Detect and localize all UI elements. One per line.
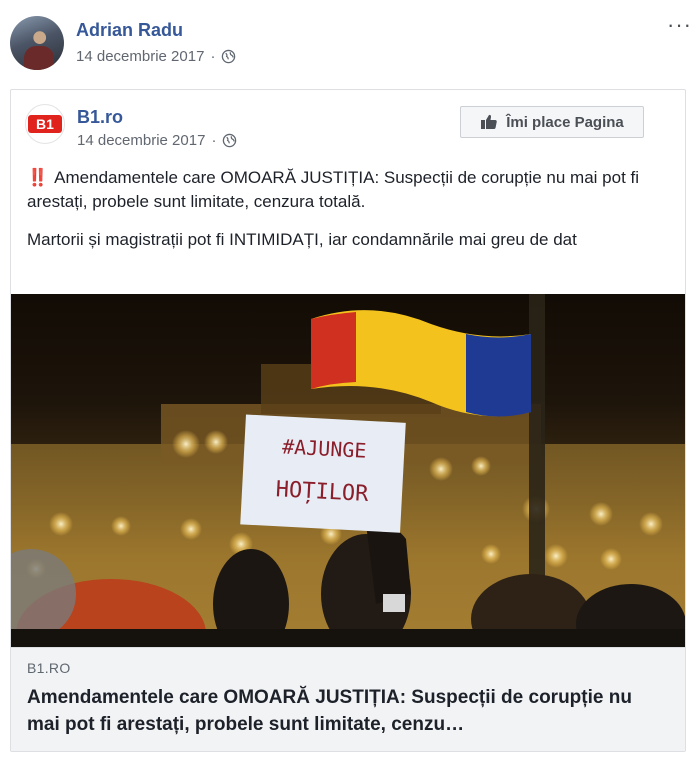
b1-logo-icon: B1	[28, 115, 62, 133]
post-text: ‼️ Amendamentele care OMOARĂ JUSTIȚIA: Su…	[27, 166, 677, 266]
link-info[interactable]: B1.RO Amendamentele care OMOARĂ JUSTIȚIA…	[11, 647, 685, 751]
like-page-label: Îmi place Pagina	[506, 113, 624, 131]
meta-separator: ·	[211, 132, 217, 149]
thumbs-up-icon	[481, 114, 497, 129]
post-paragraph: Martorii și magistrații pot fi INTIMIDAȚ…	[27, 230, 577, 249]
globe-icon[interactable]	[222, 133, 237, 148]
post-date-link[interactable]: 14 decembrie 2017	[76, 48, 204, 65]
author-name-link[interactable]: Adrian Radu	[76, 20, 183, 41]
protest-photo: #AJUNGE HOȚILOR	[11, 294, 685, 647]
sign-text-line-2: HOȚILOR	[275, 477, 370, 507]
shared-post-date-link[interactable]: 14 decembrie 2017	[77, 132, 205, 149]
author-avatar[interactable]	[10, 16, 64, 70]
link-title[interactable]: Amendamentele care OMOARĂ JUSTIȚIA: Susp…	[27, 684, 667, 738]
link-preview-image[interactable]: #AJUNGE HOȚILOR	[11, 294, 685, 647]
meta-separator: ·	[210, 48, 216, 65]
post-paragraph-text: Amendamentele care OMOARĂ JUSTIȚIA: Susp…	[27, 168, 640, 211]
post-meta: 14 decembrie 2017 ·	[76, 48, 236, 65]
more-options-icon[interactable]: ···	[667, 14, 692, 36]
post-paragraph: ‼️ Amendamentele care OMOARĂ JUSTIȚIA: Su…	[27, 166, 677, 214]
shared-post: B1 B1.ro 14 decembrie 2017 · Îmi place P…	[10, 89, 686, 752]
like-page-button[interactable]: Îmi place Pagina	[460, 106, 644, 138]
double-exclamation-icon: ‼️	[27, 168, 49, 187]
globe-icon[interactable]	[221, 49, 236, 64]
shared-post-meta: 14 decembrie 2017 ·	[77, 132, 237, 149]
post-header: Adrian Radu 14 decembrie 2017 · ···	[0, 0, 700, 80]
sign-text-line-1: #AJUNGE	[282, 434, 367, 462]
page-name-link[interactable]: B1.ro	[77, 107, 123, 128]
link-preview-card[interactable]: #AJUNGE HOȚILOR B1.RO Amendamentele care…	[11, 294, 685, 751]
logo-text: B1	[36, 116, 54, 132]
page-logo[interactable]: B1	[25, 104, 65, 144]
link-domain: B1.RO	[27, 660, 71, 676]
